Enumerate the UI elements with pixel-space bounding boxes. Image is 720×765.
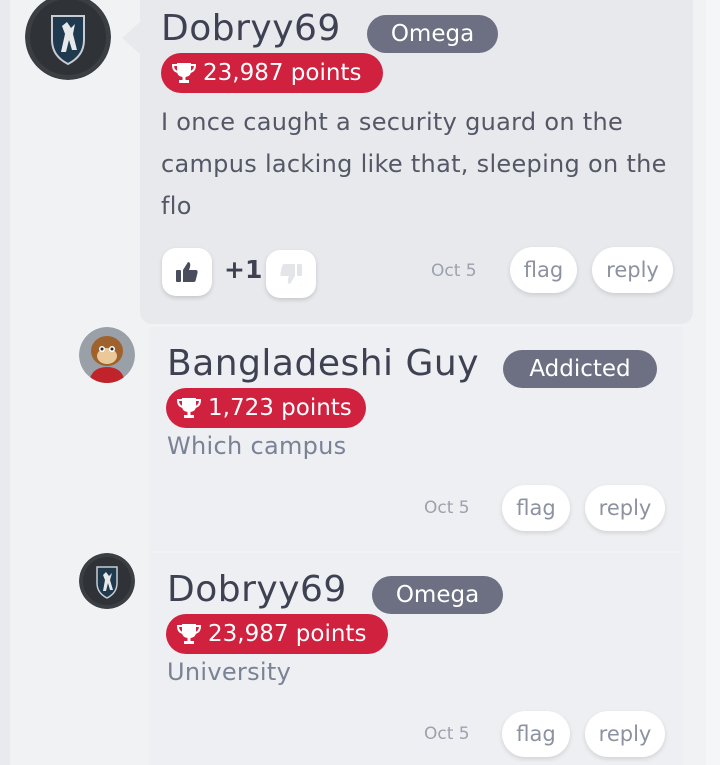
reply-button[interactable]: reply <box>592 247 673 293</box>
points-badge: 23,987 points <box>161 53 383 93</box>
flag-button[interactable]: flag <box>502 711 570 757</box>
username[interactable]: Dobryy69 <box>161 8 341 49</box>
comment-bubble-pointer <box>122 22 140 54</box>
username[interactable]: Dobryy69 <box>167 569 347 610</box>
page-right-border <box>706 0 720 765</box>
trophy-icon <box>171 63 197 83</box>
downvote-button[interactable] <box>266 250 316 298</box>
rank-badge: Omega <box>367 15 498 53</box>
comment-text: University <box>167 658 292 686</box>
rank-badge: Omega <box>372 576 503 614</box>
reply-comment: Dobryy69 Omega 23,987 points University … <box>149 553 683 765</box>
avatar[interactable] <box>79 327 135 383</box>
points-badge: 1,723 points <box>166 388 366 428</box>
reply-comment: Bangladeshi Guy Addicted 1,723 points Wh… <box>149 327 683 551</box>
timestamp: Oct 5 <box>424 724 470 744</box>
username[interactable]: Bangladeshi Guy <box>167 343 479 384</box>
vote-score: +1 <box>224 255 263 284</box>
points-text: 23,987 points <box>203 60 362 86</box>
comment-text: Which campus <box>167 432 347 460</box>
upvote-button[interactable] <box>162 248 212 296</box>
points-badge: 23,987 points <box>166 614 388 654</box>
avatar[interactable] <box>79 553 135 609</box>
thumbs-down-icon <box>280 264 302 284</box>
timestamp: Oct 5 <box>431 261 477 281</box>
thumbs-up-icon <box>176 262 198 282</box>
rank-badge: Addicted <box>503 350 657 388</box>
flag-button[interactable]: flag <box>510 247 577 293</box>
avatar[interactable] <box>25 0 111 80</box>
trophy-icon <box>176 398 202 418</box>
comment-text: I once caught a security guard on the ca… <box>161 108 667 220</box>
points-text: 23,987 points <box>208 621 367 647</box>
reply-button[interactable]: reply <box>585 485 665 531</box>
trophy-icon <box>176 624 202 644</box>
reply-button[interactable]: reply <box>585 711 665 757</box>
comment-bubble: Dobryy69 Omega 23,987 points I once caug… <box>140 0 693 324</box>
points-text: 1,723 points <box>208 395 352 421</box>
page-left-border <box>0 0 10 765</box>
timestamp: Oct 5 <box>424 498 470 518</box>
flag-button[interactable]: flag <box>502 485 570 531</box>
